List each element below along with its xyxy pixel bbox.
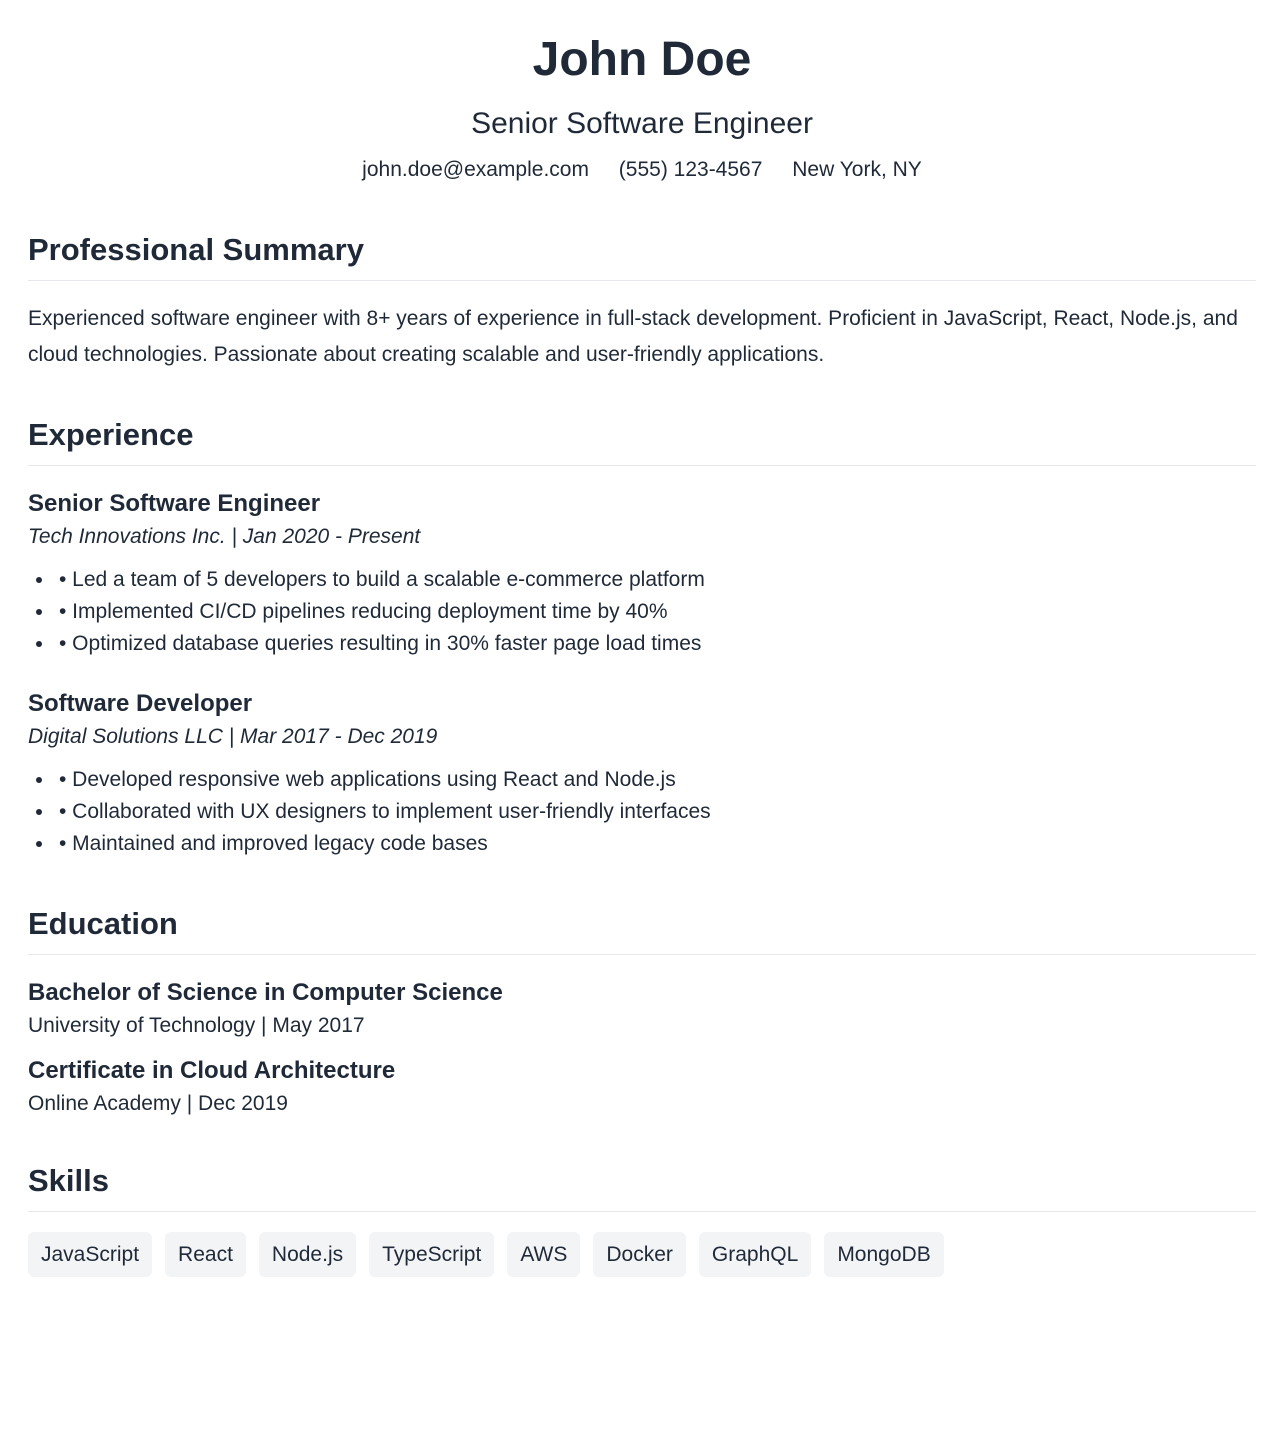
skill-tag: JavaScript: [28, 1232, 153, 1277]
skill-tag: Node.js: [258, 1232, 357, 1277]
summary-heading: Professional Summary: [28, 230, 1256, 281]
education-meta: Online Academy | Dec 2019: [28, 1092, 288, 1115]
job-bullets: • Led a team of 5 developers to build a …: [28, 564, 1256, 660]
contact-phone: (555) 123-4567: [618, 158, 763, 181]
job-meta: Digital Solutions LLC | Mar 2017 - Dec 2…: [28, 725, 438, 748]
job-bullet: • Implemented CI/CD pipelines reducing d…: [55, 596, 1256, 628]
education-meta: University of Technology | May 2017: [28, 1014, 365, 1037]
job-bullet: • Maintained and improved legacy code ba…: [55, 828, 1256, 860]
job-meta: Tech Innovations Inc. | Jan 2020 - Prese…: [28, 525, 421, 548]
job-bullet: • Developed responsive web applications …: [55, 764, 1256, 796]
education-entry: Certificate in Cloud Architecture Online…: [28, 1055, 1256, 1119]
skill-tag: React: [165, 1232, 246, 1277]
job-bullet: • Led a team of 5 developers to build a …: [55, 564, 1256, 596]
job-bullet: • Optimized database queries resulting i…: [55, 628, 1256, 660]
experience-heading: Experience: [28, 415, 1256, 466]
skill-tag: Docker: [593, 1232, 686, 1277]
contact-email: john.doe@example.com: [362, 158, 589, 181]
summary-text: Experienced software engineer with 8+ ye…: [28, 307, 1238, 366]
candidate-title: Senior Software Engineer: [471, 107, 813, 140]
education-section: Education Bachelor of Science in Compute…: [28, 904, 1256, 1119]
job-bullet: • Collaborated with UX designers to impl…: [55, 796, 1256, 828]
resume-page: John Doe Senior Software Engineer john.d…: [0, 0, 1284, 1454]
job-entry: Senior Software Engineer Tech Innovation…: [28, 488, 1256, 660]
skills-heading: Skills: [28, 1161, 1256, 1212]
job-title: Senior Software Engineer: [28, 490, 321, 517]
education-degree: Certificate in Cloud Architecture: [28, 1057, 396, 1084]
experience-section: Experience Senior Software Engineer Tech…: [28, 415, 1256, 860]
skill-tag: TypeScript: [369, 1232, 495, 1277]
skill-tag: AWS: [507, 1232, 581, 1277]
education-heading: Education: [28, 904, 1256, 955]
contact-location: New York, NY: [792, 158, 922, 181]
skill-tag: MongoDB: [824, 1232, 944, 1277]
summary-section: Professional Summary Experienced softwar…: [28, 230, 1256, 373]
job-title: Software Developer: [28, 690, 253, 717]
contact-info: john.doe@example.com (555) 123-4567 New …: [28, 156, 1256, 184]
education-degree: Bachelor of Science in Computer Science: [28, 979, 503, 1006]
skill-tag: GraphQL: [698, 1232, 812, 1277]
education-entry: Bachelor of Science in Computer Science …: [28, 977, 1256, 1041]
job-bullets: • Developed responsive web applications …: [28, 764, 1256, 860]
skills-section: Skills JavaScript React Node.js TypeScri…: [28, 1161, 1256, 1277]
skills-list: JavaScript React Node.js TypeScript AWS …: [28, 1232, 1256, 1277]
resume-header: John Doe Senior Software Engineer john.d…: [28, 0, 1256, 184]
job-entry: Software Developer Digital Solutions LLC…: [28, 688, 1256, 860]
candidate-name: John Doe: [532, 33, 752, 86]
